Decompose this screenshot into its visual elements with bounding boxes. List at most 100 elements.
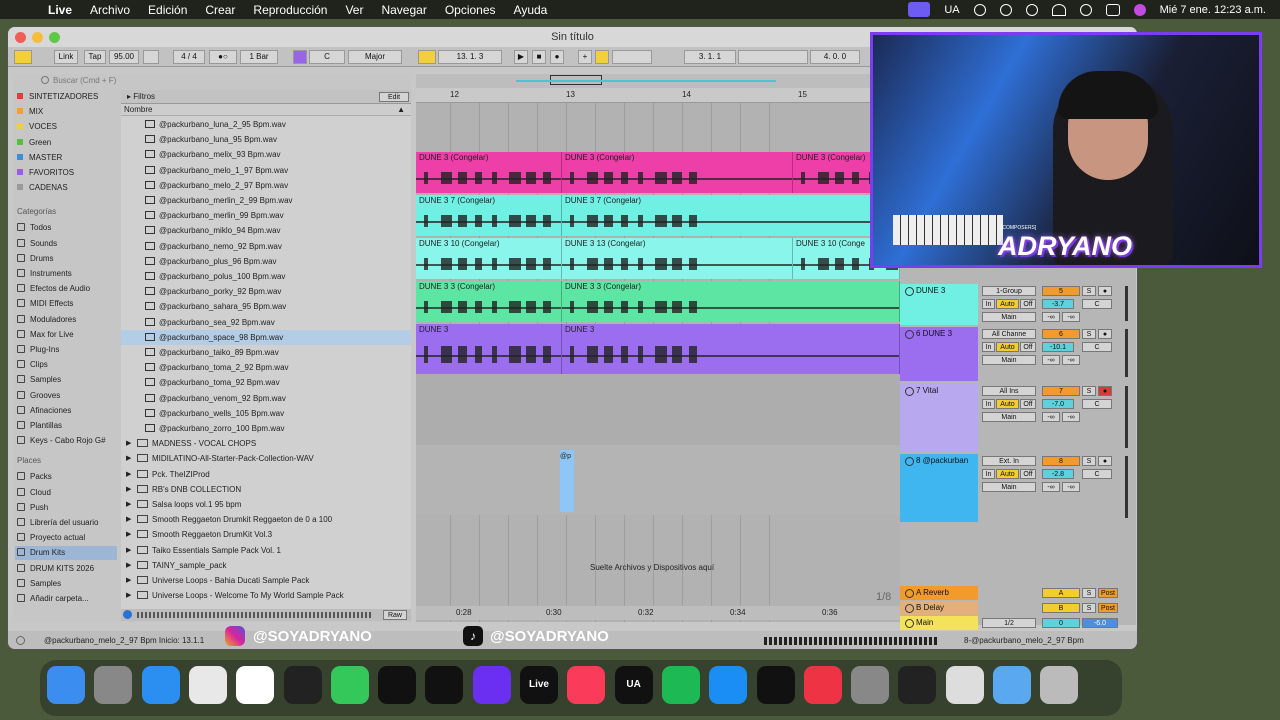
post-button[interactable]: Post: [1098, 588, 1118, 598]
category-item[interactable]: Drums: [17, 252, 54, 266]
dock-launchpad-icon[interactable]: [94, 666, 133, 704]
track-activator-icon[interactable]: [905, 330, 914, 339]
file-row[interactable]: @packurbano_merlin_2_99 Bpm.wav: [121, 193, 411, 208]
menu-navegar[interactable]: Navegar: [381, 3, 426, 17]
file-row[interactable]: @packurbano_plus_96 Bpm.wav: [121, 254, 411, 269]
arm-button[interactable]: ●: [1098, 386, 1112, 396]
file-row[interactable]: @packurbano_nemo_92 Bpm.wav: [121, 239, 411, 254]
key-dropdown[interactable]: C: [309, 50, 345, 64]
folder-row[interactable]: ▶ Universe Loops - Welcome To My World Sa…: [121, 588, 411, 603]
menu-archivo[interactable]: Archivo: [90, 3, 130, 17]
pan-field[interactable]: C: [1082, 469, 1112, 479]
expand-icon[interactable]: ▶: [126, 543, 131, 558]
preview-bar[interactable]: Raw: [121, 609, 411, 621]
search-icon[interactable]: [1079, 3, 1092, 16]
file-row[interactable]: @packurbano_porky_92 Bpm.wav: [121, 284, 411, 299]
mixer-track-header[interactable]: DUNE 3: [900, 284, 978, 325]
audio-clip[interactable]: DUNE 3: [416, 324, 562, 374]
follow-button[interactable]: [418, 50, 436, 64]
arm-button[interactable]: ●: [1098, 329, 1112, 339]
view-toggle-button[interactable]: [14, 50, 32, 64]
small-audio-clip[interactable]: @p: [560, 450, 574, 512]
time-signature-field[interactable]: 4 / 4: [173, 50, 205, 64]
solo-button[interactable]: S: [1082, 386, 1096, 396]
audio-clip[interactable]: DUNE 3 7 (Congelar): [416, 195, 562, 236]
mixer-track-header[interactable]: 6 DUNE 3: [900, 327, 978, 381]
dock-apple-tv-icon[interactable]: [756, 666, 795, 704]
browser-search-input[interactable]: Buscar (Cmd + F): [13, 74, 411, 88]
output-routing-dropdown[interactable]: Main: [982, 412, 1036, 422]
folder-row[interactable]: ▶ Taiko Essentials Sample Pack Vol. 1: [121, 543, 411, 558]
monitor-auto-button[interactable]: Auto: [996, 399, 1019, 409]
dock-chrome-icon[interactable]: [188, 666, 227, 704]
category-item[interactable]: Plantillas: [17, 419, 62, 433]
monitor-auto-button[interactable]: Auto: [996, 342, 1019, 352]
control-center-icon[interactable]: [1105, 3, 1120, 16]
tempo-field[interactable]: 95.00: [109, 50, 139, 64]
file-row[interactable]: @packurbano_melo_1_97 Bpm.wav: [121, 163, 411, 178]
solo-button[interactable]: S: [1082, 286, 1096, 296]
time-ruler[interactable]: 0:28 0:30 0:32 0:34 0:36: [416, 606, 900, 620]
input-routing-dropdown[interactable]: All Ins: [982, 386, 1036, 396]
dock-photos-icon[interactable]: [236, 666, 275, 704]
file-row[interactable]: @packurbano_miklo_94 Bpm.wav: [121, 223, 411, 238]
loop-length-field[interactable]: 4. 0. 0: [810, 50, 860, 64]
arm-button[interactable]: ●: [1098, 286, 1112, 296]
folder-row[interactable]: ▶ Smooth Reggaeton DrumKit Vol.3: [121, 527, 411, 542]
return-track-header[interactable]: B Delay: [900, 601, 978, 615]
file-row[interactable]: @packurbano_luna_95 Bpm.wav: [121, 132, 411, 147]
file-row[interactable]: @packurbano_toma_2_92 Bpm.wav: [121, 360, 411, 375]
file-row[interactable]: @packurbano_space_98 Bpm.wav: [121, 329, 411, 345]
folder-row[interactable]: ▶ Pck. TheIZIProd: [121, 467, 411, 482]
return-letter-button[interactable]: B: [1042, 603, 1080, 613]
expand-icon[interactable]: ▶: [126, 558, 131, 573]
overview-strip[interactable]: [416, 74, 900, 88]
place-item[interactable]: Samples: [17, 577, 61, 591]
main-volume-field[interactable]: 0: [1042, 618, 1080, 628]
place-item[interactable]: Drum Kits: [15, 546, 117, 561]
track-activator-icon[interactable]: [905, 457, 914, 466]
send-a-field[interactable]: -∞: [1042, 355, 1060, 365]
audio-clip[interactable]: DUNE 3 13 (Congelar): [562, 238, 793, 279]
monitor-auto-button[interactable]: Auto: [996, 469, 1019, 479]
category-item[interactable]: Grooves: [17, 389, 60, 403]
folder-row[interactable]: ▶ MIDILATINO-All-Starter-Pack-Collection-…: [121, 451, 411, 466]
edit-filters-button[interactable]: Edit: [379, 92, 409, 102]
tag-item[interactable]: CADENAS: [17, 181, 68, 195]
place-item[interactable]: Cloud: [17, 486, 51, 500]
file-row[interactable]: @packurbano_sea_92 Bpm.wav: [121, 315, 411, 330]
track-activator-icon[interactable]: [905, 287, 914, 296]
category-item[interactable]: Instruments: [17, 267, 72, 281]
folder-row[interactable]: ▶ Salsa loops vol.1 95 bpm: [121, 497, 411, 512]
stop-button[interactable]: ■: [532, 50, 546, 64]
overdub-button[interactable]: +: [578, 50, 592, 64]
play-icon[interactable]: [999, 3, 1012, 16]
dock-music-icon[interactable]: [567, 666, 606, 704]
audio-clip[interactable]: DUNE 3 (Congelar): [416, 152, 562, 193]
dock-avid-icon[interactable]: [472, 666, 511, 704]
solo-button[interactable]: S: [1082, 456, 1096, 466]
track-number-button[interactable]: 6: [1042, 329, 1080, 339]
input-routing-dropdown[interactable]: Ext. In: [982, 456, 1036, 466]
input-routing-dropdown[interactable]: 1-Group: [982, 286, 1036, 296]
quantize-dropdown[interactable]: 1 Bar: [240, 50, 278, 64]
track-volume-field[interactable]: -10.1: [1042, 342, 1074, 352]
dock-app-store-icon[interactable]: [709, 666, 748, 704]
dock-ableton-icon[interactable]: [283, 666, 322, 704]
song-position-field[interactable]: 13. 1. 3: [438, 50, 502, 64]
tap-tempo-button[interactable]: Tap: [84, 50, 106, 64]
close-window-button[interactable]: [15, 32, 26, 43]
menu-reproduccion[interactable]: Reproducción: [253, 3, 327, 17]
category-item[interactable]: Moduladores: [17, 313, 76, 327]
send-a-field[interactable]: -∞: [1042, 312, 1060, 322]
dock-piano-icon[interactable]: [945, 666, 984, 704]
empty-track-lane[interactable]: [416, 374, 900, 445]
mixer-track-header[interactable]: 8 @packurban: [900, 454, 978, 522]
send-b-field[interactable]: -∞: [1062, 312, 1080, 322]
folder-row[interactable]: ▶ Universe Loops - Bahia Ducati Sample Pa…: [121, 573, 411, 588]
category-item[interactable]: Max for Live: [17, 328, 74, 342]
audio-clip[interactable]: DUNE 3 3 (Congelar): [562, 281, 900, 322]
track-activator-icon[interactable]: [905, 619, 914, 628]
app-menu[interactable]: Live: [48, 3, 72, 17]
tag-item[interactable]: MASTER: [17, 151, 62, 165]
